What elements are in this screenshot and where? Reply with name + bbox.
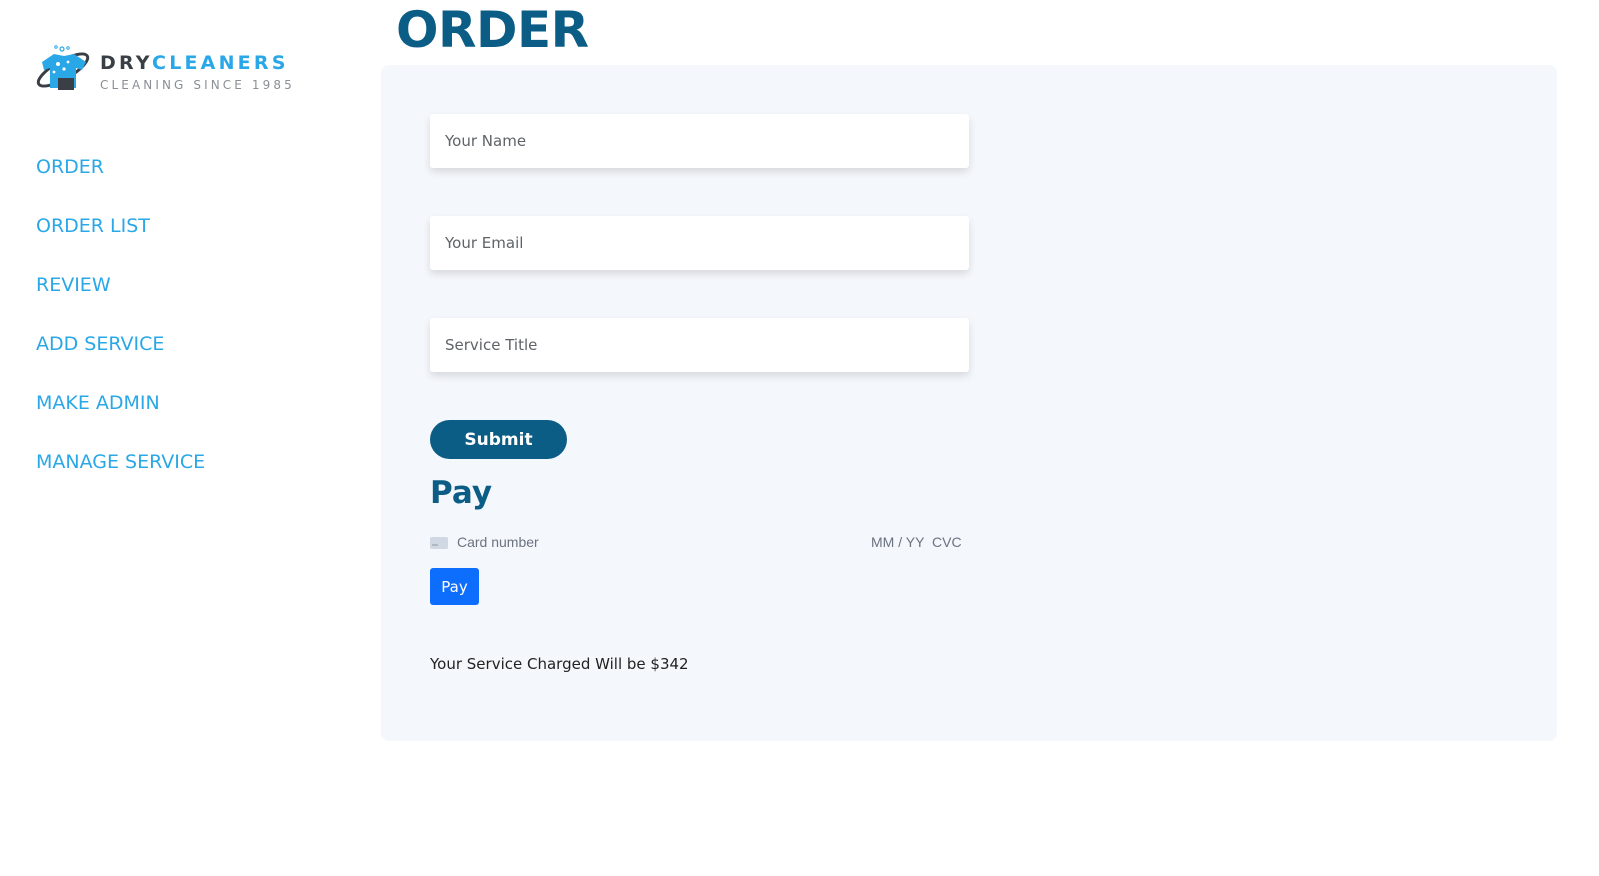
credit-card-icon [430, 537, 448, 549]
card-element[interactable]: Card number MM / YY CVC [430, 532, 962, 554]
submit-button[interactable]: Submit [430, 420, 567, 459]
sidebar-item-review[interactable]: REVIEW [36, 274, 205, 333]
brand-tagline: CLEANING SINCE 1985 [100, 78, 295, 92]
sidebar-item-order-list[interactable]: ORDER LIST [36, 215, 205, 274]
card-expiry-field[interactable]: MM / YY [871, 534, 924, 550]
email-input[interactable] [430, 216, 969, 270]
page-title: ORDER [396, 1, 589, 59]
pay-heading: Pay [430, 475, 493, 511]
sidebar: DRYCLEANERS CLEANING SINCE 1985 ORDER OR… [0, 0, 380, 876]
order-panel: Submit Pay Card number MM / YY CVC Pay Y… [381, 65, 1557, 741]
sidebar-nav: ORDER ORDER LIST REVIEW ADD SERVICE MAKE… [36, 156, 205, 510]
sidebar-item-make-admin[interactable]: MAKE ADMIN [36, 392, 205, 451]
card-cvc-field[interactable]: CVC [932, 534, 962, 550]
name-input[interactable] [430, 114, 969, 168]
logo-icon [36, 45, 90, 90]
brand-cleaners: CLEANERS [152, 52, 289, 74]
brand-name: DRYCLEANERS [100, 52, 289, 74]
sidebar-item-add-service[interactable]: ADD SERVICE [36, 333, 205, 392]
service-title-input[interactable] [430, 318, 969, 372]
sidebar-item-manage-service[interactable]: MANAGE SERVICE [36, 451, 205, 510]
service-charge-text: Your Service Charged Will be $342 [430, 655, 689, 673]
card-number-field[interactable]: Card number [457, 534, 539, 550]
sidebar-item-order[interactable]: ORDER [36, 156, 205, 215]
brand-logo[interactable]: DRYCLEANERS CLEANING SINCE 1985 [34, 42, 294, 98]
brand-dry: DRY [100, 52, 153, 74]
pay-button[interactable]: Pay [430, 568, 479, 605]
